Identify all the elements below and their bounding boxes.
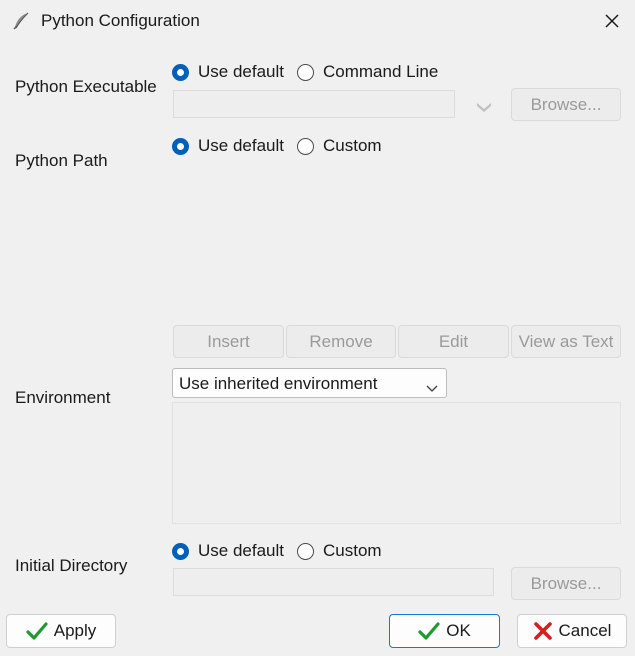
environment-select[interactable]: Use inherited environment	[172, 368, 447, 398]
path-view-as-text-button: View as Text	[511, 325, 621, 358]
radio-checked-indicator	[172, 542, 189, 560]
radio-indicator	[297, 63, 314, 81]
ok-button[interactable]: OK	[389, 614, 500, 648]
executable-browse-button: Browse...	[511, 88, 621, 121]
close-icon	[604, 14, 619, 28]
radio-label: Command Line	[323, 62, 439, 81]
cancel-button[interactable]: Cancel	[517, 614, 627, 648]
path-use-default-radio[interactable]: Use default	[172, 136, 284, 156]
initdir-custom-radio[interactable]: Custom	[297, 541, 382, 561]
title-bar: Python Configuration	[0, 0, 635, 42]
executable-command-line-radio[interactable]: Command Line	[297, 62, 438, 82]
path-edit-button: Edit	[398, 325, 509, 358]
close-button[interactable]	[588, 0, 635, 42]
ok-label: OK	[446, 621, 471, 640]
initdir-browse-button: Browse...	[511, 567, 621, 600]
radio-label: Use default	[198, 62, 284, 81]
executable-path-input	[173, 90, 455, 118]
path-insert-button: Insert	[173, 325, 284, 358]
apply-button[interactable]: Apply	[6, 614, 116, 648]
environment-label: Environment	[15, 388, 111, 407]
check-icon	[418, 621, 440, 641]
radio-indicator	[297, 542, 314, 560]
cancel-label: Cancel	[558, 621, 612, 640]
chevron-down-icon	[426, 378, 438, 392]
initdir-use-default-radio[interactable]: Use default	[172, 541, 284, 561]
radio-label: Custom	[323, 541, 382, 560]
python-path-label: Python Path	[15, 151, 108, 170]
window-title: Python Configuration	[41, 11, 200, 30]
radio-label: Use default	[198, 136, 284, 155]
feather-pen-icon	[10, 10, 32, 32]
radio-indicator	[297, 137, 314, 155]
radio-checked-indicator	[172, 63, 189, 81]
environment-variables-area	[172, 402, 621, 524]
check-icon	[26, 621, 48, 641]
initial-directory-label: Initial Directory	[15, 556, 128, 575]
path-custom-radio[interactable]: Custom	[297, 136, 382, 156]
radio-checked-indicator	[172, 137, 189, 155]
environment-select-value: Use inherited environment	[179, 374, 378, 393]
radio-label: Use default	[198, 541, 284, 560]
initdir-path-input	[173, 568, 494, 596]
python-executable-label: Python Executable	[15, 77, 157, 96]
path-remove-button: Remove	[286, 325, 396, 358]
chevron-down-icon	[476, 97, 492, 112]
apply-label: Apply	[53, 621, 97, 640]
executable-use-default-radio[interactable]: Use default	[172, 62, 284, 82]
radio-label: Custom	[323, 136, 382, 155]
x-icon	[533, 621, 553, 641]
